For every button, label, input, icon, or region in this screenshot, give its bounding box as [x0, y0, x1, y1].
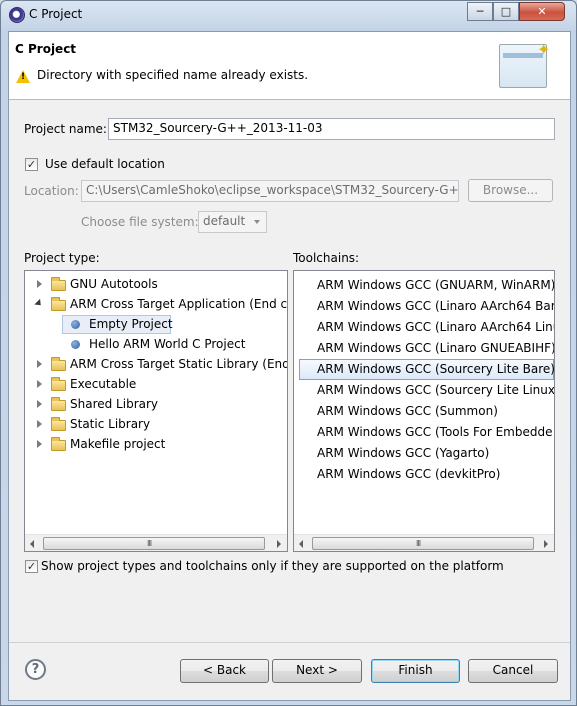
minimize-button[interactable]: ─ [467, 2, 493, 21]
window-title: C Project [29, 7, 83, 21]
expanded-arrow-icon[interactable] [34, 298, 44, 309]
collapsed-arrow-icon[interactable] [37, 380, 42, 388]
toolchain-item[interactable]: ARM Windows GCC (Tools For Embedde [317, 422, 552, 442]
show-supported-label: Show project types and toolchains only i… [41, 559, 504, 573]
tree-item-label: GNU Autotools [70, 277, 158, 291]
scroll-grip: III [416, 539, 421, 548]
template-icon [71, 340, 80, 349]
collapsed-arrow-icon[interactable] [37, 420, 42, 428]
tree-item[interactable]: Executable [25, 374, 287, 394]
toolchain-item[interactable]: ARM Windows GCC (Sourcery Lite Linux) [317, 380, 554, 400]
location-input[interactable]: C:\Users\CamleShoko\eclipse_workspace\ST… [81, 180, 459, 202]
show-supported-checkbox[interactable]: ✓ [25, 560, 38, 573]
project-name-label: Project name: [24, 122, 107, 136]
footer-divider [9, 642, 570, 643]
location-label: Location: [24, 184, 79, 198]
project-type-tree[interactable]: GNU Autotools ARM Cross Target Applicatio… [24, 270, 288, 552]
tree-item[interactable]: Makefile project [25, 434, 287, 454]
tree-item[interactable]: ARM Cross Target Static Library (End [25, 354, 287, 374]
tree-item-label: Executable [70, 377, 137, 391]
help-icon[interactable]: ? [25, 659, 46, 680]
toolchain-item[interactable]: ARM Windows GCC (devkitPro) [317, 464, 500, 484]
use-default-location-checkbox[interactable]: ✓ [25, 158, 38, 171]
collapsed-arrow-icon[interactable] [37, 440, 42, 448]
toolchain-item[interactable]: ARM Windows GCC (Summon) [317, 401, 498, 421]
finish-button[interactable]: Finish [371, 659, 460, 683]
toolchain-item[interactable]: ARM Windows GCC (Linaro AArch64 Linu [317, 317, 554, 337]
project-type-label: Project type: [24, 251, 100, 265]
folder-icon [51, 397, 66, 411]
maximize-button[interactable]: □ [493, 2, 519, 21]
dialog-client-area: C Project ! Directory with specified nam… [8, 31, 571, 701]
tree-item-label: Static Library [70, 417, 151, 431]
tree-item[interactable]: GNU Autotools [25, 274, 287, 294]
collapsed-arrow-icon[interactable] [37, 360, 42, 368]
wizard-title: C Project [15, 42, 77, 56]
scroll-right-icon[interactable] [277, 540, 281, 548]
close-button[interactable]: ✕ [519, 2, 565, 21]
folder-icon [51, 417, 66, 431]
tree-item[interactable]: ARM Cross Target Application (End c [25, 294, 287, 314]
eclipse-icon [9, 7, 25, 23]
warning-icon-mark: ! [20, 72, 26, 82]
tree-item[interactable]: Static Library [25, 414, 287, 434]
use-default-location-label: Use default location [45, 157, 165, 171]
tree-item-label: Hello ARM World C Project [89, 337, 246, 351]
toolchain-item[interactable]: ARM Windows GCC (GNUARM, WinARM) [317, 275, 554, 295]
tree-item-label: ARM Cross Target Application (End c [70, 297, 288, 311]
toolchain-item[interactable]: ARM Windows GCC (Sourcery Lite Bare) [317, 359, 554, 379]
toolchain-item[interactable]: ARM Windows GCC (Linaro AArch64 Bare [317, 296, 554, 316]
folder-icon [51, 437, 66, 451]
folder-icon [51, 377, 66, 391]
collapsed-arrow-icon[interactable] [37, 400, 42, 408]
project-type-scrollbar[interactable]: III [25, 534, 287, 551]
dialog-window: C Project ─ □ ✕ C Project ! Directory wi… [0, 0, 577, 706]
tree-item-label: Makefile project [70, 437, 166, 451]
folder-icon [51, 357, 66, 371]
browse-button[interactable]: Browse... [468, 179, 553, 202]
tree-item[interactable]: Empty Project [25, 314, 287, 334]
collapsed-arrow-icon[interactable] [37, 280, 42, 288]
tree-item-label: Empty Project [89, 317, 173, 331]
tree-item-label: Shared Library [70, 397, 159, 411]
toolchains-list[interactable]: ARM Windows GCC (GNUARM, WinARM) ARM Wind… [293, 270, 555, 552]
toolchain-item[interactable]: ARM Windows GCC (Linaro GNUEABIHF) [317, 338, 554, 358]
file-system-label: Choose file system: [81, 215, 199, 229]
wizard-star-icon: ✦ [537, 40, 551, 59]
tree-item-label: ARM Cross Target Static Library (End [70, 357, 288, 371]
tree-item[interactable]: Shared Library [25, 394, 287, 414]
scroll-thumb[interactable]: III [312, 537, 534, 550]
cancel-button[interactable]: Cancel [468, 659, 558, 683]
scroll-left-icon[interactable] [30, 540, 34, 548]
toolchain-item[interactable]: ARM Windows GCC (Yagarto) [317, 443, 489, 463]
back-button[interactable]: < Back [180, 659, 269, 683]
wizard-message: Directory with specified name already ex… [37, 68, 309, 82]
toolchains-scrollbar[interactable]: III [294, 534, 554, 551]
template-icon [71, 320, 80, 329]
title-bar[interactable]: C Project ─ □ ✕ [1, 1, 576, 29]
wizard-header: C Project ! Directory with specified nam… [9, 32, 570, 100]
tree-item[interactable]: Hello ARM World C Project [25, 334, 287, 354]
toolchains-label: Toolchains: [293, 251, 360, 265]
next-button[interactable]: Next > [272, 659, 362, 683]
scroll-thumb[interactable]: III [43, 537, 265, 550]
chevron-down-icon [254, 220, 260, 224]
scroll-right-icon[interactable] [544, 540, 548, 548]
project-name-input[interactable]: STM32_Sourcery-G++_2013-11-03 [108, 118, 555, 140]
folder-icon [51, 277, 66, 291]
scroll-grip: III [147, 539, 152, 548]
scroll-left-icon[interactable] [299, 540, 303, 548]
file-system-value: default [203, 214, 246, 228]
folder-icon [51, 297, 66, 311]
